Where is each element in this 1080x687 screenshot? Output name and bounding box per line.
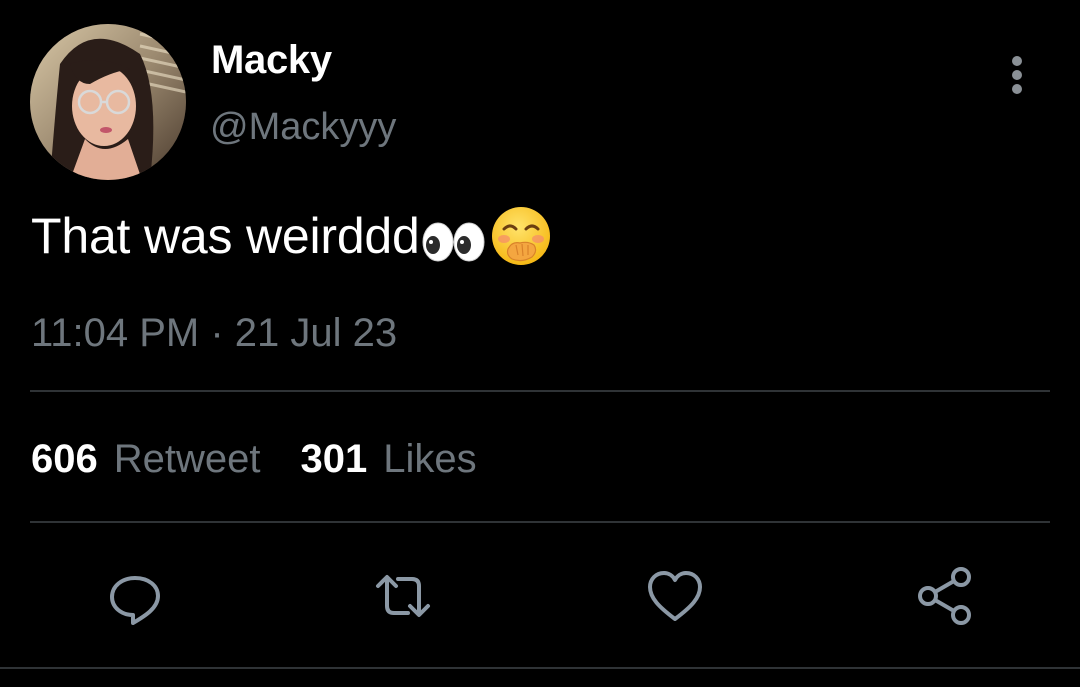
likes-stat[interactable]: 301 Likes [301, 437, 477, 482]
divider [0, 667, 1080, 669]
display-name[interactable]: Macky [211, 38, 332, 83]
retweet-button[interactable] [373, 566, 433, 626]
like-button[interactable] [645, 566, 705, 626]
eyes-emoji-icon [422, 216, 486, 262]
heart-icon [648, 571, 702, 621]
divider [30, 521, 1050, 523]
face-with-hand-over-mouth-emoji-icon [490, 205, 552, 267]
retweet-label: Retweet [113, 437, 261, 481]
reply-button[interactable] [105, 566, 165, 626]
more-dot-icon [1012, 84, 1022, 94]
retweet-icon [376, 575, 430, 617]
user-handle[interactable]: @Mackyyy [210, 106, 396, 149]
tweet-stats: 606 Retweet 301 Likes [31, 437, 477, 482]
more-options-button[interactable] [1000, 52, 1034, 98]
share-button[interactable] [915, 566, 975, 626]
retweet-count: 606 [31, 437, 98, 481]
retweet-stat[interactable]: 606 Retweet [31, 437, 261, 482]
tweet-text-content: That was weirddd [31, 208, 420, 264]
share-icon [918, 567, 971, 625]
likes-label: Likes [383, 437, 477, 481]
tweet-timestamp[interactable]: 11:04 PM · 21 Jul 23 [31, 311, 397, 356]
reply-icon [110, 576, 160, 625]
likes-count: 301 [300, 437, 368, 481]
divider [30, 390, 1050, 392]
tweet-text: That was weirddd [31, 205, 552, 267]
more-dot-icon [1012, 56, 1022, 66]
avatar[interactable] [30, 24, 186, 180]
more-dot-icon [1012, 70, 1022, 80]
